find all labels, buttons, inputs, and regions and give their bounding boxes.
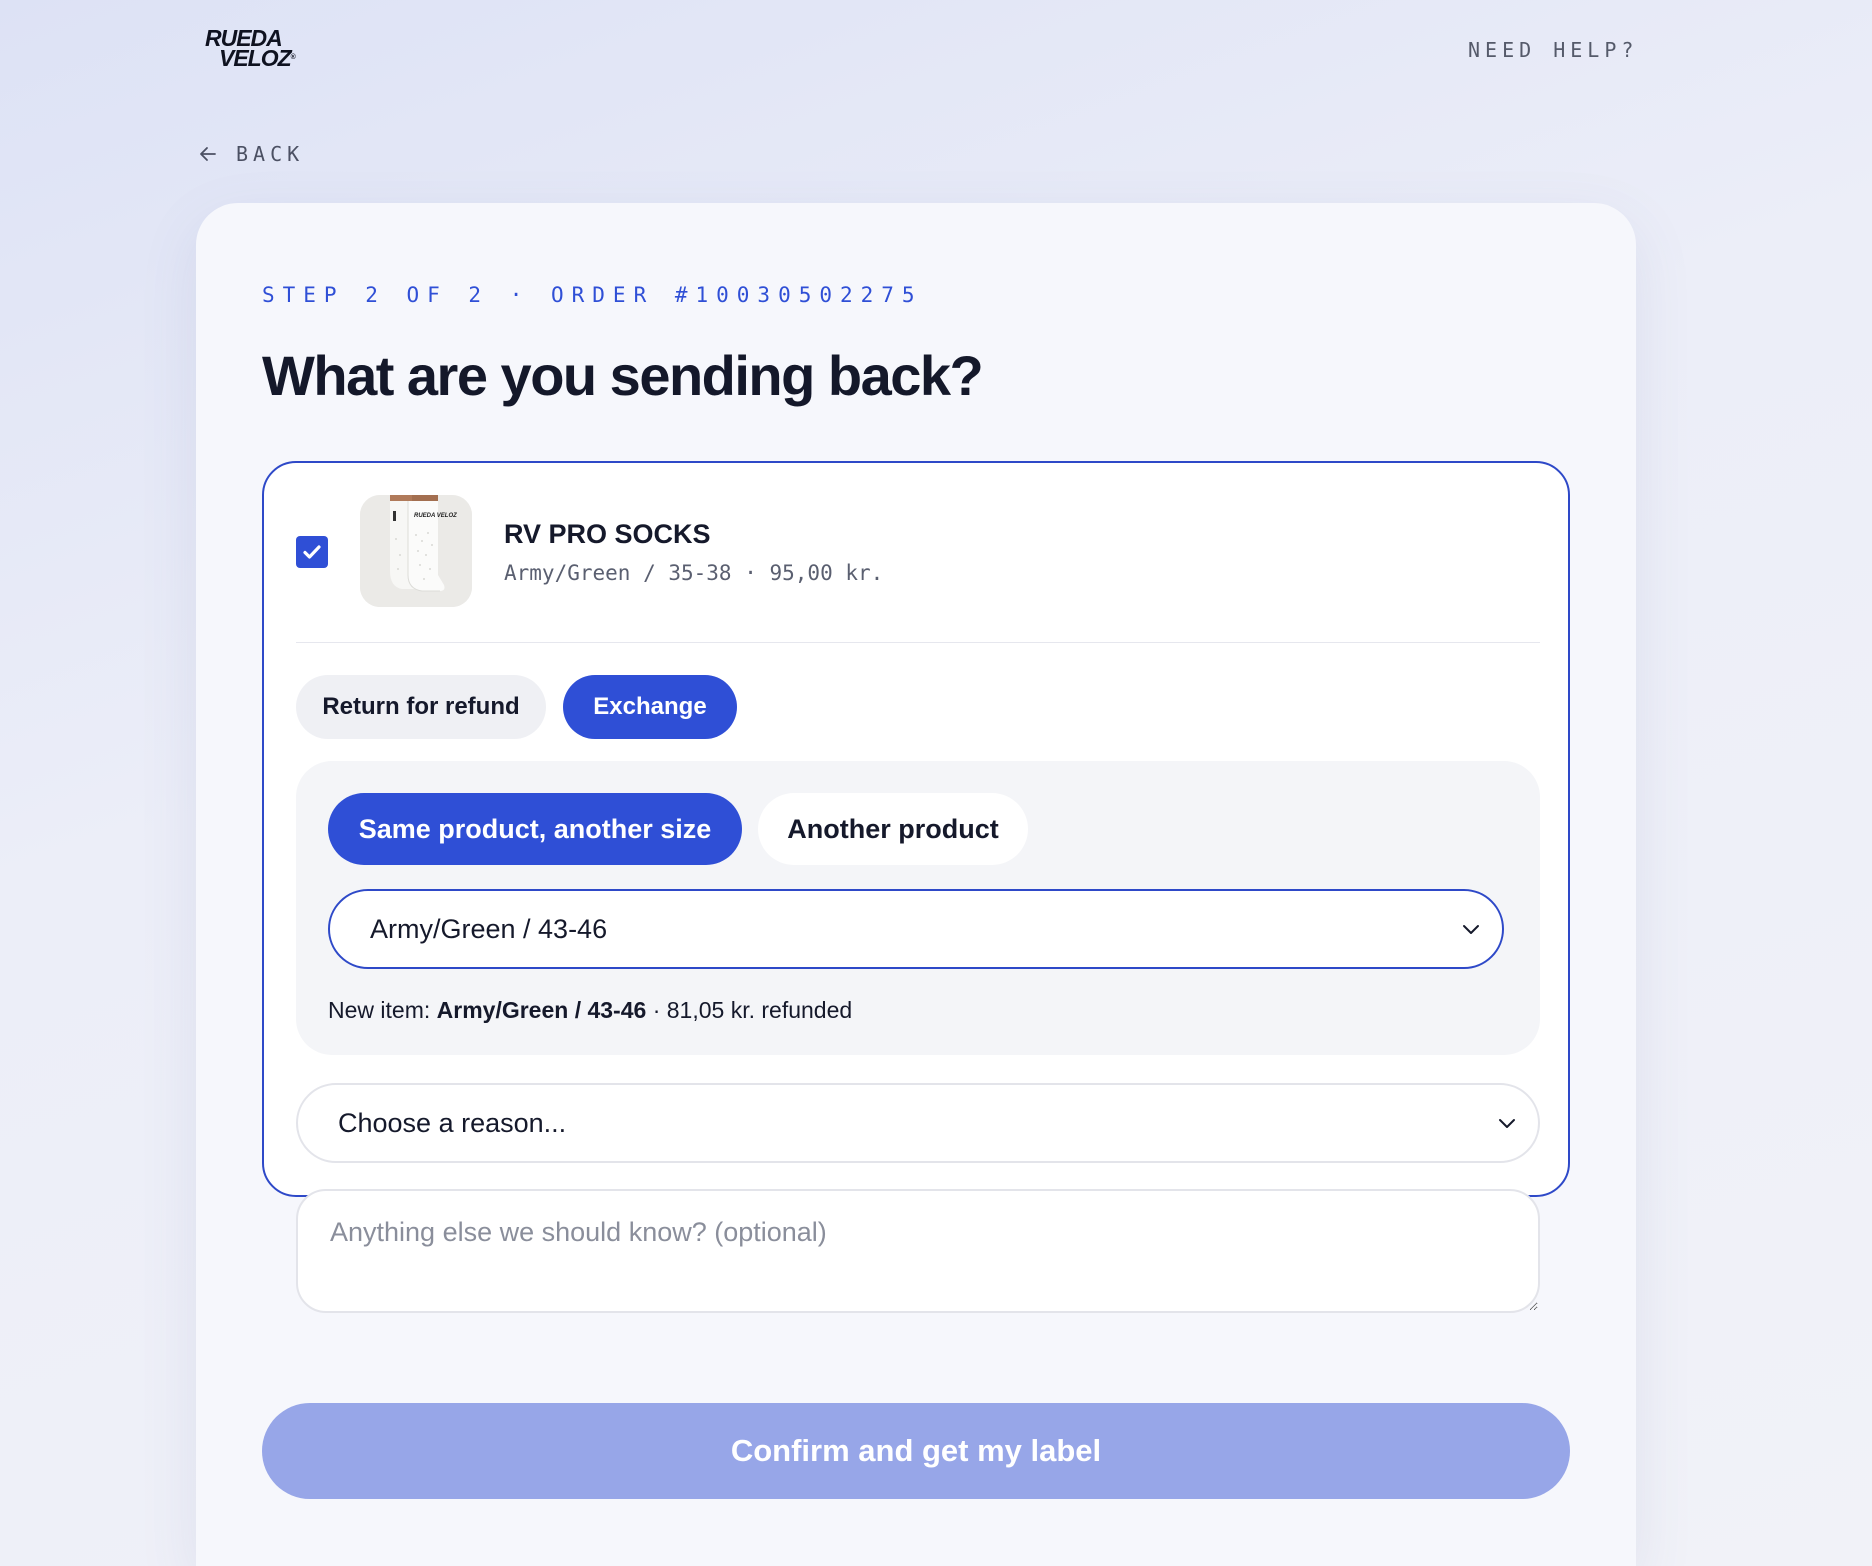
product-meta: Army/Green / 35-38 · 95,00 kr. [504, 561, 884, 585]
sock-print: RUEDA VELOZ [414, 513, 457, 519]
reason-select[interactable]: Choose a reason... [296, 1083, 1540, 1163]
size-select[interactable]: Army/Green / 43-46 [328, 889, 1504, 969]
brand-logo[interactable]: RUEDA VELOZ® [205, 27, 296, 71]
back-button[interactable]: BACK [198, 142, 304, 166]
exchange-button[interactable]: Exchange [563, 675, 737, 739]
item-divider [296, 642, 1540, 643]
another-product-button[interactable]: Another product [758, 793, 1028, 865]
notes-textarea[interactable] [296, 1189, 1540, 1313]
chevron-down-icon [1463, 925, 1479, 934]
step-indicator: STEP 2 OF 2 · ORDER #10030502275 [262, 283, 923, 307]
size-select-value: Army/Green / 43-46 [370, 913, 608, 944]
page-title: What are you sending back? [262, 344, 984, 407]
product-thumbnail: RUEDA VELOZ [360, 495, 472, 607]
item-select-checkbox[interactable] [296, 536, 328, 568]
new-item-value: Army/Green / 43-46 [436, 997, 647, 1023]
back-label: BACK [236, 142, 305, 166]
product-name: RV PRO SOCKS [504, 519, 711, 549]
confirm-button[interactable]: Confirm and get my label [262, 1403, 1570, 1499]
new-item-refund: · 81,05 kr. refunded [652, 997, 853, 1023]
sock-image: RUEDA VELOZ [360, 495, 472, 607]
check-icon [303, 545, 321, 559]
return-form-card: STEP 2 OF 2 · ORDER #10030502275 What ar… [196, 203, 1636, 1566]
new-item-prefix: New item: [328, 997, 431, 1023]
logo-line-2: VELOZ® [219, 45, 296, 71]
arrow-left-icon [200, 147, 216, 161]
same-product-another-size-button[interactable]: Same product, another size [328, 793, 742, 865]
registered-mark: ® [290, 54, 296, 61]
return-for-refund-button[interactable]: Return for refund [296, 675, 546, 739]
item-card: RUEDA VELOZ RV PRO SOCKS Army/Green / 35… [262, 461, 1570, 1313]
new-item-summary: New item: Army/Green / 43-46 · 81,05 kr.… [328, 997, 852, 1024]
chevron-down-icon [1499, 1119, 1515, 1128]
exchange-options-panel: Same product, another size Another produ… [296, 761, 1540, 1055]
need-help-link[interactable]: NEED HELP? [1468, 38, 1638, 62]
reason-select-value: Choose a reason... [338, 1107, 567, 1138]
